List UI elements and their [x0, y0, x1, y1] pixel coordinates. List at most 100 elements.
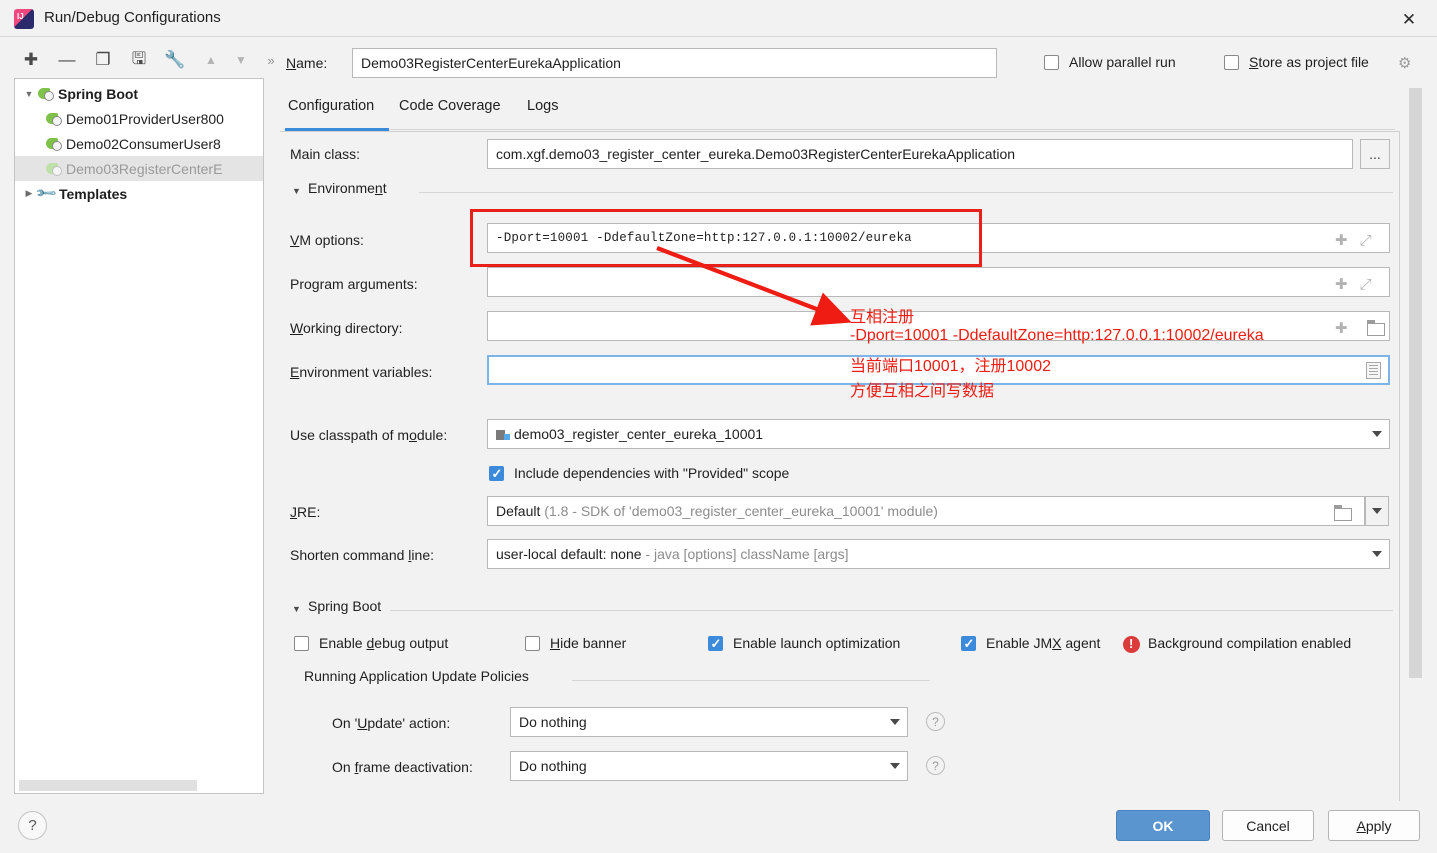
tab-divider	[284, 129, 1395, 130]
configurations-tree[interactable]: ▼ Spring Boot Demo01ProviderUser800 Demo…	[14, 78, 264, 794]
name-label: Name:	[286, 55, 328, 71]
tree-horizontal-scrollbar[interactable]	[16, 779, 263, 792]
expand-icon[interactable]: ⤢	[1360, 232, 1372, 249]
vm-options-label: VM options:	[290, 232, 364, 248]
on-update-action-label: On 'Update' action:	[332, 715, 451, 731]
vm-options-highlight-box	[470, 209, 982, 267]
move-up-icon[interactable]: ▲	[198, 46, 224, 74]
form-vertical-scrollbar[interactable]	[1408, 88, 1423, 793]
save-icon[interactable]: 🖫	[126, 46, 152, 74]
remove-icon[interactable]: —	[54, 46, 80, 74]
scrollbar-thumb[interactable]	[1409, 88, 1422, 678]
scrollbar-thumb[interactable]	[19, 780, 197, 791]
tree-node-spring-boot[interactable]: ▼ Spring Boot	[15, 81, 263, 106]
shorten-command-line-value: user-local default: none	[496, 546, 642, 562]
store-as-project-file-label: Store as project file	[1249, 54, 1369, 70]
shorten-command-line-combo[interactable]: user-local default: none - java [options…	[487, 539, 1390, 569]
jre-browse-icon[interactable]	[1334, 505, 1352, 521]
name-input[interactable]: Demo03RegisterCenterEurekaApplication	[352, 48, 997, 78]
window-titlebar: Run/Debug Configurations ✕	[0, 0, 1437, 37]
add-icon[interactable]: ✚	[18, 46, 44, 74]
add-icon[interactable]: ✚	[1335, 231, 1348, 249]
spring-boot-collapse-icon[interactable]: ▼	[292, 604, 301, 614]
hide-banner-checkbox[interactable]	[525, 636, 540, 651]
tree-node-demo03-selected[interactable]: Demo03RegisterCenterE	[15, 156, 263, 181]
on-update-action-combo[interactable]: Do nothing	[510, 707, 908, 737]
help-icon[interactable]: ?	[18, 811, 47, 840]
wrench-icon: 🔧	[33, 181, 58, 205]
close-icon[interactable]: ✕	[1389, 5, 1429, 33]
module-icon	[496, 429, 510, 441]
main-class-browse-button[interactable]: ...	[1360, 139, 1390, 169]
main-class-label: Main class:	[290, 146, 361, 162]
intellij-idea-icon	[14, 9, 34, 29]
enable-launch-optimization-checkbox[interactable]	[708, 635, 723, 652]
copy-icon[interactable]: ❐	[90, 46, 116, 74]
shorten-command-line-label: Shorten command line:	[290, 547, 434, 563]
chevron-down-icon[interactable]: ▼	[21, 89, 37, 99]
spring-boot-icon	[45, 111, 63, 127]
on-frame-deactivation-combo[interactable]: Do nothing	[510, 751, 908, 781]
apply-button[interactable]: Apply	[1328, 810, 1420, 841]
ok-button[interactable]: OK	[1116, 810, 1210, 841]
help-icon[interactable]: ?	[926, 712, 945, 731]
jre-dropdown-button[interactable]	[1365, 496, 1389, 526]
enable-debug-output-label: Enable debug output	[319, 635, 449, 651]
tree-node-templates[interactable]: ▶ 🔧 Templates	[15, 181, 263, 206]
annotation-line-1: 互相注册	[850, 309, 915, 326]
jre-label: JRE:	[290, 504, 321, 520]
vm-options-row-icons: ✚ ⤢	[1335, 231, 1372, 250]
program-arguments-input[interactable]	[487, 267, 1390, 297]
tree-node-label: Demo02ConsumerUser8	[66, 135, 221, 152]
allow-parallel-run-label: Allow parallel run	[1069, 54, 1176, 70]
add-icon[interactable]: ✚	[1335, 319, 1348, 337]
enable-debug-output-checkbox[interactable]	[294, 636, 309, 651]
allow-parallel-run-checkbox[interactable]	[1044, 55, 1059, 70]
use-classpath-label: Use classpath of module:	[290, 427, 448, 443]
tab-active-indicator	[285, 128, 389, 131]
browse-env-vars-icon[interactable]	[1366, 362, 1381, 379]
spring-boot-section-title: Spring Boot	[308, 598, 382, 614]
spring-boot-icon	[45, 161, 63, 177]
expand-icon[interactable]: ⤢	[1360, 276, 1372, 293]
hide-banner-label: Hide banner	[550, 635, 627, 651]
module-classpath-combo[interactable]: demo03_register_center_eureka_10001	[487, 419, 1390, 449]
cancel-button[interactable]: Cancel	[1222, 810, 1314, 841]
update-policies-title: Running Application Update Policies	[304, 668, 529, 684]
enable-jmx-agent-checkbox[interactable]	[961, 635, 976, 652]
tab-logs[interactable]: Logs	[527, 98, 558, 128]
jre-combo[interactable]: Default (1.8 - SDK of 'demo03_register_c…	[487, 496, 1365, 526]
tab-code-coverage[interactable]: Code Coverage	[399, 98, 501, 128]
jre-value: Default	[496, 503, 541, 519]
annotation-line-4: 方便互相之间写数据	[850, 383, 995, 400]
gear-icon[interactable]: ⚙	[1398, 54, 1411, 72]
include-provided-scope-checkbox[interactable]	[489, 465, 504, 482]
configuration-pane: Name: Demo03RegisterCenterEurekaApplicat…	[280, 46, 1425, 801]
chevron-down-icon[interactable]	[890, 719, 900, 725]
tree-node-label: Spring Boot	[58, 85, 139, 102]
program-arguments-label: Program arguments:	[290, 276, 418, 292]
on-frame-deactivation-label: On frame deactivation:	[332, 759, 473, 775]
spring-boot-icon	[45, 136, 63, 152]
tree-node-demo01[interactable]: Demo01ProviderUser800	[15, 106, 263, 131]
environment-collapse-icon[interactable]: ▼	[292, 186, 301, 196]
edit-templates-icon[interactable]: 🔧	[162, 46, 188, 74]
tree-node-demo02[interactable]: Demo02ConsumerUser8	[15, 131, 263, 156]
spring-boot-icon	[37, 86, 55, 102]
working-directory-label: Working directory:	[290, 320, 403, 336]
move-down-icon[interactable]: ▼	[228, 46, 254, 74]
folder-icon[interactable]	[1367, 320, 1385, 336]
annotation-line-3: 当前端口10001，注册10002	[850, 358, 1051, 375]
help-icon[interactable]: ?	[926, 756, 945, 775]
chevron-down-icon[interactable]	[1372, 431, 1382, 437]
store-as-project-file-checkbox[interactable]	[1224, 55, 1239, 70]
add-icon[interactable]: ✚	[1335, 275, 1348, 293]
chevron-down-icon[interactable]	[1372, 551, 1382, 557]
section-rule	[390, 610, 1393, 611]
on-update-action-value: Do nothing	[519, 714, 587, 730]
chevron-down-icon[interactable]	[890, 763, 900, 769]
configurations-toolbar: ✚ — ❐ 🖫 🔧 ▲ ▼ »	[14, 46, 275, 76]
main-class-input[interactable]: com.xgf.demo03_register_center_eureka.De…	[487, 139, 1353, 169]
shorten-command-line-detail: - java [options] className [args]	[645, 546, 849, 562]
tab-configuration[interactable]: Configuration	[288, 98, 374, 128]
